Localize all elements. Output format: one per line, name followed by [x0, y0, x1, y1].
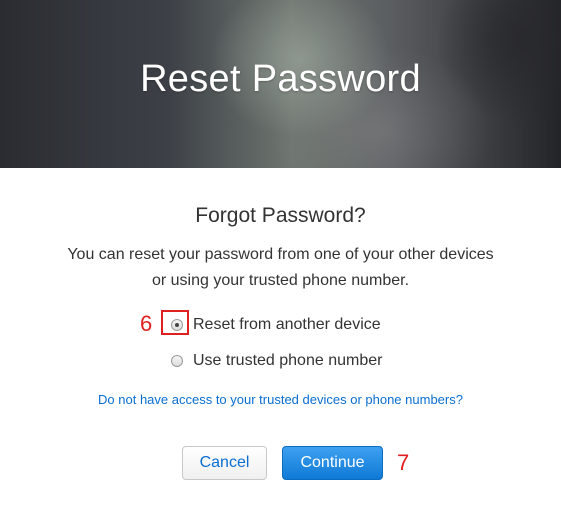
header-banner: Reset Password — [0, 0, 561, 168]
cancel-button[interactable]: Cancel — [182, 446, 267, 480]
no-access-help-link[interactable]: Do not have access to your trusted devic… — [0, 392, 561, 407]
description-line-1: You can reset your password from one of … — [67, 246, 494, 263]
option-label[interactable]: Use trusted phone number — [193, 352, 382, 370]
radio-button-unselected[interactable] — [171, 355, 183, 367]
annotation-highlight-box — [161, 310, 189, 335]
description-line-2: or using your trusted phone number. — [151, 272, 410, 289]
reset-password-dialog: Reset Password Forgot Password? You can … — [0, 0, 561, 529]
option-reset-from-another-device[interactable]: Reset from another device — [171, 314, 381, 336]
page-title: Reset Password — [140, 58, 421, 100]
annotation-step-6: 6 — [140, 311, 153, 336]
annotation-step-7: 7 — [397, 450, 410, 475]
option-use-trusted-phone-number[interactable]: Use trusted phone number — [171, 350, 382, 372]
description: You can reset your password from one of … — [30, 242, 531, 294]
continue-button[interactable]: Continue — [282, 446, 383, 480]
option-label[interactable]: Reset from another device — [193, 316, 381, 334]
subheading: Forgot Password? — [195, 204, 366, 227]
